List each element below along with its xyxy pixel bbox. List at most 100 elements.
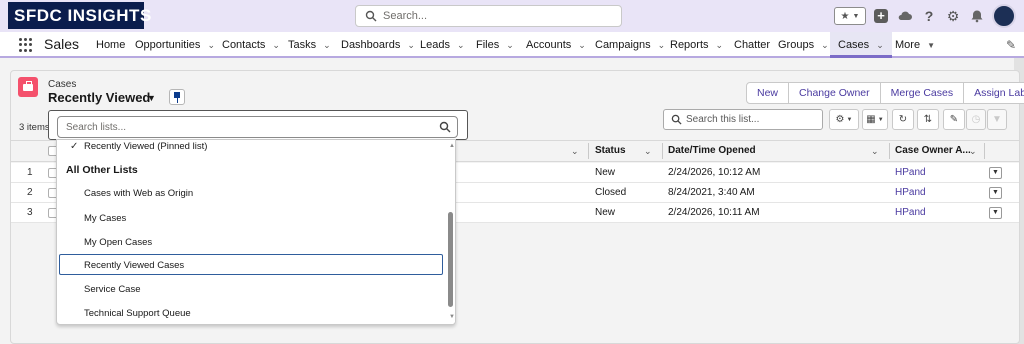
check-icon: ✓ xyxy=(70,141,79,152)
column-divider xyxy=(662,143,663,159)
case-icon xyxy=(18,77,38,97)
help-icon[interactable]: ? xyxy=(920,7,938,25)
edit-nav-icon[interactable]: ✎ xyxy=(1006,38,1016,52)
list-search-input[interactable]: Search this list... xyxy=(663,109,823,130)
nav-item-accounts[interactable]: Accounts ⌄ xyxy=(526,32,586,58)
chevron-down-icon[interactable]: ⌄ xyxy=(571,146,579,157)
chevron-down-icon[interactable]: ⌄ xyxy=(876,32,884,58)
chevron-down-icon[interactable]: ⌄ xyxy=(969,146,977,157)
nav-item-reports[interactable]: Reports ⌄ xyxy=(670,32,723,58)
list-action-buttons: New Change Owner Merge Cases Assign Labe… xyxy=(746,82,1024,104)
scroll-down-icon[interactable]: ▼ xyxy=(449,314,455,320)
scrollbar-thumb[interactable] xyxy=(448,212,453,307)
chevron-down-icon[interactable]: ⌄ xyxy=(578,32,586,58)
caret-down-icon: ▼ xyxy=(846,116,853,123)
chevron-down-icon[interactable]: ⌄ xyxy=(644,146,652,157)
table-icon: ▦ xyxy=(866,114,876,125)
inline-edit-button[interactable]: ✎ xyxy=(943,109,965,130)
nav-item-groups[interactable]: Groups ⌄ xyxy=(778,32,829,58)
row-number: 3 xyxy=(27,207,33,218)
chevron-down-icon[interactable]: ⌄ xyxy=(821,32,829,58)
column-divider xyxy=(588,143,589,159)
cloud-icon[interactable] xyxy=(896,7,914,25)
list-option-label: My Open Cases xyxy=(84,237,153,248)
caret-down-icon: ▼ xyxy=(877,116,884,123)
nav-item-opportunities[interactable]: Opportunities ⌄ xyxy=(135,32,215,58)
chevron-down-icon[interactable]: ⌄ xyxy=(716,32,724,58)
nav-item-files[interactable]: Files ⌄ xyxy=(476,32,514,58)
chevron-down-icon[interactable]: ⌄ xyxy=(658,32,666,58)
nav-item-label: Campaigns xyxy=(595,39,651,51)
sort-icon: ⇅ xyxy=(923,114,933,125)
scroll-up-icon[interactable]: ▲ xyxy=(449,143,455,149)
caret-down-icon: ▼ xyxy=(927,41,935,50)
bell-icon[interactable] xyxy=(968,7,986,25)
list-view-title[interactable]: Recently Viewed xyxy=(48,90,150,105)
global-header: SFDC INSIGHTS Search... ★ ▼ + ? ⚙ xyxy=(0,0,1024,32)
global-search-input[interactable]: Search... xyxy=(355,5,622,27)
avatar[interactable] xyxy=(992,4,1016,28)
brand-logo[interactable]: SFDC INSIGHTS xyxy=(8,2,151,29)
nav-item-label: Dashboards xyxy=(341,39,401,51)
list-picker-search-input[interactable]: Search lists... xyxy=(57,116,458,138)
row-date-opened: 2/24/2026, 10:12 AM xyxy=(668,167,761,178)
nav-item-more[interactable]: More ▼ xyxy=(895,32,935,58)
nav-item-label: Opportunities xyxy=(135,39,201,51)
new-button[interactable]: New xyxy=(747,83,790,103)
nav-bar: Sales Home Opportunities ⌄ Contacts ⌄ Task… xyxy=(0,32,1024,58)
sort-button[interactable]: ⇅ xyxy=(917,109,939,130)
nav-item-label: Accounts xyxy=(526,39,572,51)
list-settings-button[interactable]: ⚙ ▼ xyxy=(829,109,859,130)
row-owner-link[interactable]: HPand xyxy=(895,183,926,203)
nav-item-home[interactable]: Home xyxy=(96,32,125,58)
chevron-down-icon[interactable]: ⌄ xyxy=(272,32,280,58)
gear-icon: ⚙ xyxy=(835,114,845,125)
nav-item-chatter[interactable]: Chatter xyxy=(734,32,770,58)
row-action-menu[interactable]: ▼ xyxy=(989,207,1002,219)
nav-item-cases[interactable]: Cases ⌄ xyxy=(830,32,892,58)
item-count: 3 items xyxy=(19,122,50,133)
nav-item-dashboards[interactable]: Dashboards ⌄ xyxy=(341,32,415,58)
app-launcher-icon[interactable] xyxy=(19,38,33,52)
chevron-down-icon[interactable]: ⌄ xyxy=(506,32,514,58)
nav-item-label: Reports xyxy=(670,39,709,51)
nav-item-campaigns[interactable]: Campaigns ⌄ xyxy=(595,32,665,58)
filter-icon: ▼ xyxy=(992,114,1002,125)
nav-item-tasks[interactable]: Tasks ⌄ xyxy=(288,32,331,58)
object-label: Cases xyxy=(48,79,77,90)
chevron-down-icon[interactable]: ⌄ xyxy=(207,32,215,58)
favorites-button[interactable]: ★ ▼ xyxy=(834,7,866,25)
caret-down-icon[interactable]: ▼ xyxy=(147,93,156,103)
row-action-menu[interactable]: ▼ xyxy=(989,167,1002,179)
chevron-down-icon[interactable]: ⌄ xyxy=(871,146,879,157)
display-as-button[interactable]: ▦ ▼ xyxy=(862,109,888,130)
column-header-status[interactable]: Status xyxy=(595,140,626,162)
nav-item-leads[interactable]: Leads ⌄ xyxy=(420,32,465,58)
chart-icon: ◷ xyxy=(971,114,981,125)
gear-icon[interactable]: ⚙ xyxy=(944,7,962,25)
row-number: 2 xyxy=(27,187,33,198)
row-date-opened: 2/24/2026, 10:11 AM xyxy=(668,207,760,218)
row-status: New xyxy=(595,167,616,178)
nav-item-contacts[interactable]: Contacts ⌄ xyxy=(222,32,280,58)
change-owner-button[interactable]: Change Owner xyxy=(789,83,881,103)
filter-button[interactable]: ▼ xyxy=(987,109,1007,130)
refresh-button[interactable]: ↻ xyxy=(892,109,914,130)
row-status: New xyxy=(595,207,616,218)
global-create-button[interactable]: + xyxy=(872,7,890,25)
nav-item-label: Leads xyxy=(420,39,450,51)
assign-label-button[interactable]: Assign Label xyxy=(964,83,1024,103)
chevron-down-icon[interactable]: ⌄ xyxy=(407,32,415,58)
pin-icon[interactable] xyxy=(169,89,185,105)
column-header-date-opened[interactable]: Date/Time Opened xyxy=(668,140,756,162)
row-owner-link[interactable]: HPand xyxy=(895,163,926,183)
chevron-down-icon[interactable]: ⌄ xyxy=(323,32,331,58)
row-owner-link[interactable]: HPand xyxy=(895,203,926,223)
merge-cases-button[interactable]: Merge Cases xyxy=(881,83,965,103)
search-icon xyxy=(439,121,451,136)
chevron-down-icon[interactable]: ⌄ xyxy=(457,32,465,58)
nav-item-label: Home xyxy=(96,39,126,51)
row-action-menu[interactable]: ▼ xyxy=(989,187,1002,199)
column-header-owner[interactable]: Case Owner A... xyxy=(895,140,971,162)
chart-button[interactable]: ◷ xyxy=(966,109,986,130)
